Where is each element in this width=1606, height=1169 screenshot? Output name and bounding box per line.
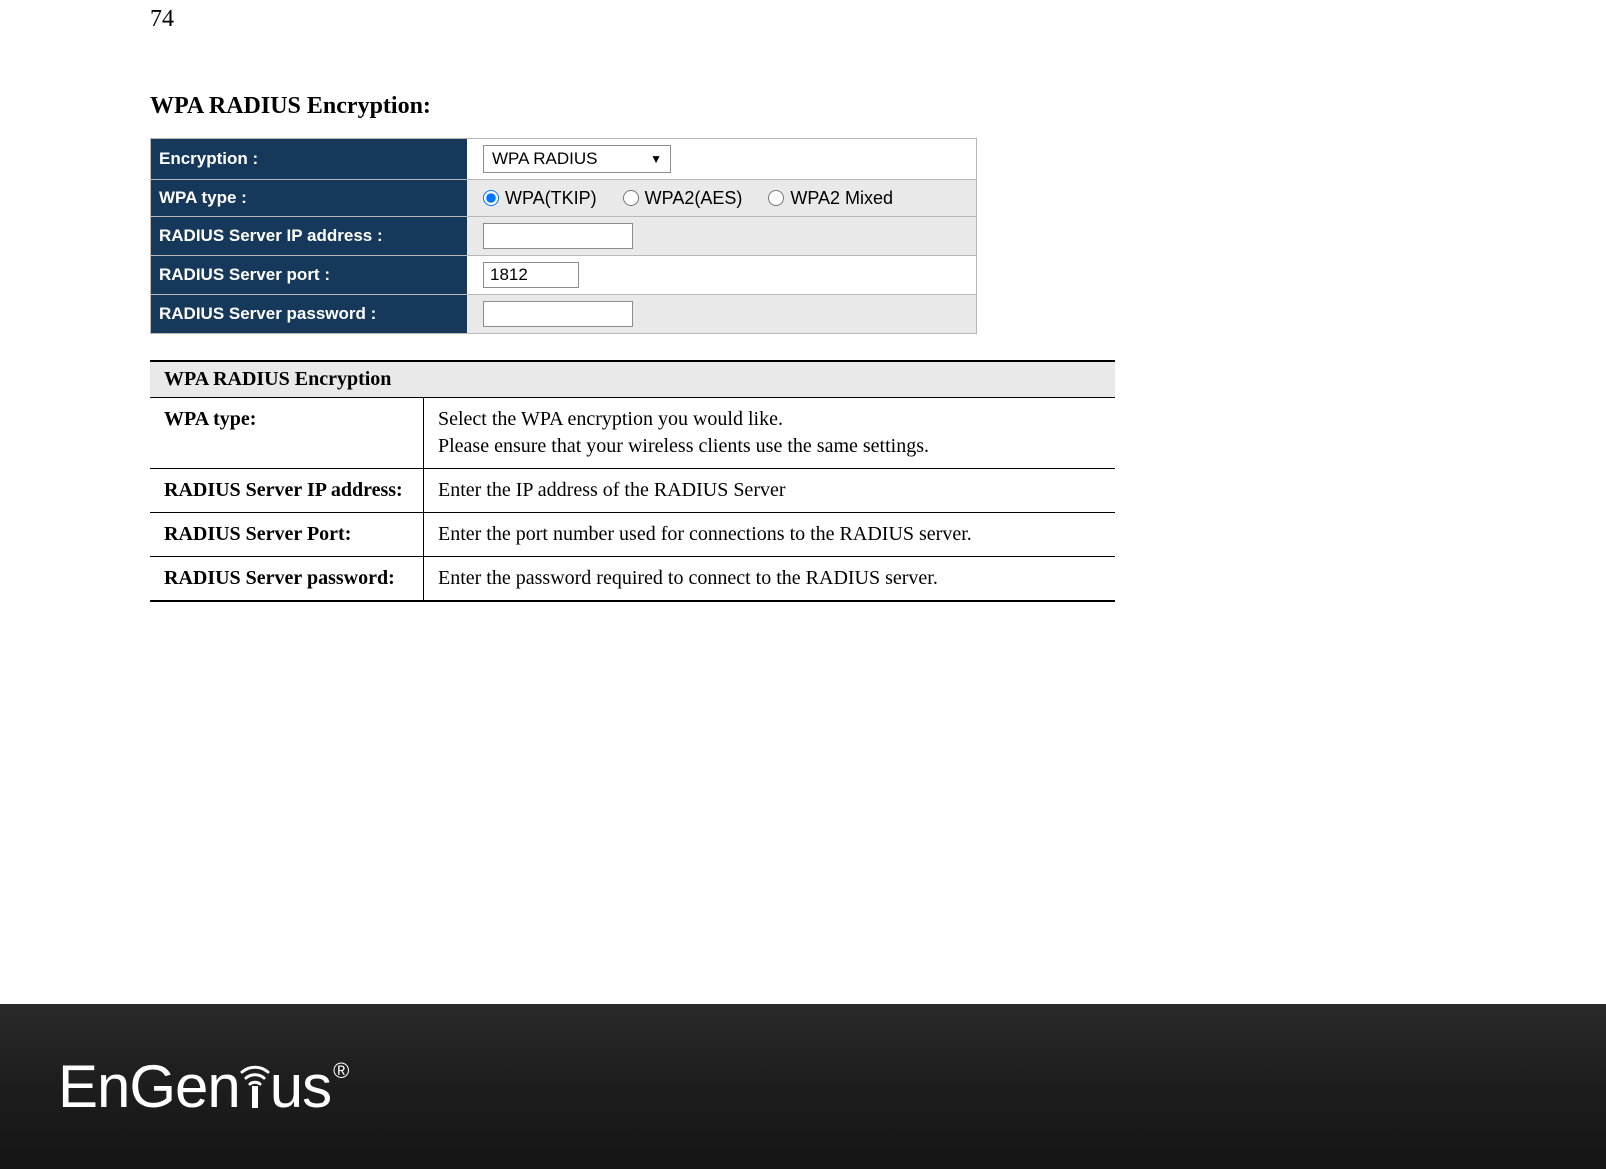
desc-row-wpa-type: WPA type: Select the WPA encryption you …	[150, 398, 1115, 469]
row-radius-ip: RADIUS Server IP address :	[151, 217, 977, 256]
radius-port-input[interactable]	[483, 262, 579, 288]
label-encryption: Encryption :	[151, 139, 468, 180]
value-wpa-type: WPA(TKIP) WPA2(AES) WPA2 Mixed	[467, 180, 977, 217]
brand-text-part2: us	[270, 1052, 331, 1121]
value-radius-password	[467, 295, 977, 334]
radius-ip-input[interactable]	[483, 223, 633, 249]
chevron-down-icon: ▼	[650, 152, 662, 166]
desc-label-1: RADIUS Server IP address:	[150, 469, 424, 513]
page-footer: EnGen us®	[0, 1004, 1606, 1169]
wifi-icon	[238, 1052, 272, 1110]
desc-text-2: Enter the port number used for connectio…	[424, 513, 1116, 557]
brand-text-part1: EnGen	[58, 1052, 240, 1121]
value-radius-ip	[467, 217, 977, 256]
desc-label-3: RADIUS Server password:	[150, 557, 424, 602]
settings-table: Encryption : WPA RADIUS ▼ WPA type : WPA…	[150, 138, 977, 334]
encryption-select-value: WPA RADIUS	[492, 149, 597, 169]
section-heading: WPA RADIUS Encryption:	[150, 93, 1456, 120]
desc-text-0: Select the WPA encryption you would like…	[424, 398, 1116, 469]
label-wpa-type: WPA type :	[151, 180, 468, 217]
brand-logo: EnGen us®	[58, 1052, 348, 1121]
label-radius-password: RADIUS Server password :	[151, 295, 468, 334]
radio-wpa2-aes[interactable]: WPA2(AES)	[623, 188, 743, 209]
row-radius-password: RADIUS Server password :	[151, 295, 977, 334]
label-radius-ip: RADIUS Server IP address :	[151, 217, 468, 256]
row-wpa-type: WPA type : WPA(TKIP) WPA2(AES) WPA2 Mixe…	[151, 180, 977, 217]
registered-mark: ®	[333, 1058, 348, 1084]
radio-wpa-tkip-input[interactable]	[483, 190, 499, 206]
desc-text-1: Enter the IP address of the RADIUS Serve…	[424, 469, 1116, 513]
page-number: 74	[150, 6, 1456, 33]
description-table: WPA RADIUS Encryption WPA type: Select t…	[150, 360, 1115, 602]
radio-wpa2-mixed-label: WPA2 Mixed	[790, 188, 893, 209]
radio-wpa2-aes-label: WPA2(AES)	[645, 188, 743, 209]
row-encryption: Encryption : WPA RADIUS ▼	[151, 139, 977, 180]
desc-label-0: WPA type:	[150, 398, 424, 469]
radio-wpa-tkip-label: WPA(TKIP)	[505, 188, 597, 209]
label-radius-port: RADIUS Server port :	[151, 256, 468, 295]
radio-wpa-tkip[interactable]: WPA(TKIP)	[483, 188, 597, 209]
desc-header: WPA RADIUS Encryption	[150, 361, 1115, 398]
desc-text-3: Enter the password required to connect t…	[424, 557, 1116, 602]
desc-row-radius-password: RADIUS Server password: Enter the passwo…	[150, 557, 1115, 602]
radio-wpa2-mixed[interactable]: WPA2 Mixed	[768, 188, 893, 209]
row-radius-port: RADIUS Server port :	[151, 256, 977, 295]
desc-row-radius-port: RADIUS Server Port: Enter the port numbe…	[150, 513, 1115, 557]
desc-row-radius-ip: RADIUS Server IP address: Enter the IP a…	[150, 469, 1115, 513]
radio-wpa2-aes-input[interactable]	[623, 190, 639, 206]
encryption-select[interactable]: WPA RADIUS ▼	[483, 145, 671, 173]
value-radius-port	[467, 256, 977, 295]
radio-wpa2-mixed-input[interactable]	[768, 190, 784, 206]
value-encryption: WPA RADIUS ▼	[467, 139, 977, 180]
radius-password-input[interactable]	[483, 301, 633, 327]
desc-label-2: RADIUS Server Port:	[150, 513, 424, 557]
